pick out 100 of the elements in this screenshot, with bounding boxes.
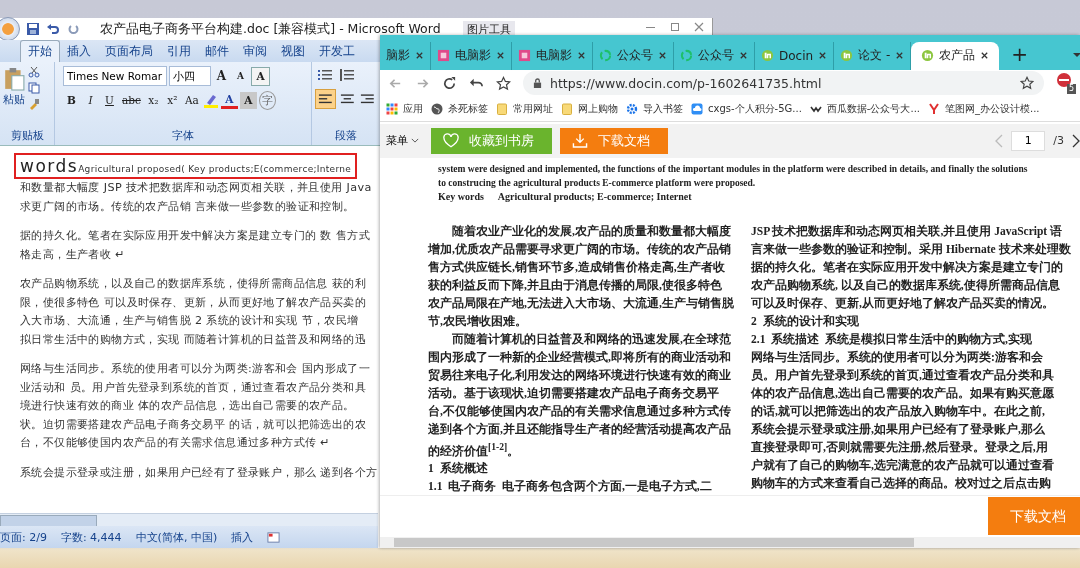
stop-sign-icon (1056, 72, 1072, 89)
star-icon[interactable] (1020, 76, 1034, 91)
section-heading: 1 系统概述 (428, 460, 489, 477)
brush-icon[interactable] (28, 98, 40, 110)
document-paragraph: 网络与生活同步。系统的使用者可以分为两类:游客和会 国内形成了一 业活动和 员。用户首先登录到系统的首页，通过查看农产品分类和具 境进行快速有效的商业 体的农产品信息，选出自己需要的农产品。 状。迫切需要搭建农产品电子商务交易平 的话，就可以把筛选出的农 台，不仅能够使国内农产品的有关需求信息通过多种方式传 ↵ (20, 361, 371, 451)
close-icon[interactable] (658, 51, 667, 61)
close-icon[interactable] (895, 51, 905, 61)
document-paragraph: 系统会提示登录或注册，如果用户已经有了登录账户，那么 递到各个方 (20, 464, 378, 481)
group-label: 段落 (334, 128, 358, 143)
maximize-icon[interactable] (670, 21, 680, 32)
letter-y-icon (928, 103, 940, 116)
caret-icon[interactable] (1072, 51, 1080, 58)
document-paragraph: 而随着计算机的日益普及和网络的迅速发展,在全球范 围内形成了一种新的企业经营模式,即将所有的商业活动和 贸易往来电子化,利用发达的网络环境进行快速有效的商业 活动。基于该现状,迫切需要搭建农产品电子商务交易平 台,不仅能够使国内农产品的有关需求信息通过多种方式传 递到各个方面,并且还能指导生产者的经营活动提高农产品 的经济价值$^{[1-2]}$。 (428, 331, 732, 459)
globe-icon (431, 103, 443, 116)
keywords-label: Key words (438, 189, 484, 204)
ribbon-tab[interactable]: 页面布局 (98, 41, 160, 62)
font-tool-button[interactable]: A (232, 67, 249, 85)
menu-dropdown[interactable]: 菜单 (386, 133, 419, 149)
browser-tab[interactable]: 公众号 (674, 41, 755, 70)
document-paragraph: JSP 技术把数据库和动态网页相关联,并且使用 JavaScript 语 言来做一些参数的验证和控制。采用 Hibernate 技术来处理数 据的持久化。笔者在实际应用开发中解决方案是建立专门的 农产品购物系统, 以及自己的数据库系统,使得所需商品信息 可以及时保存、更新,从而更好地了解农产品买卖的情况。 (751, 223, 1069, 311)
status-item: 插入 (231, 529, 254, 545)
numbered-list-icon[interactable] (337, 66, 357, 84)
font-tool-button[interactable]: abc (120, 92, 143, 109)
bookmark-item[interactable]: 应用 (386, 102, 423, 117)
ribbon-tab[interactable]: 开发工 (312, 41, 362, 62)
copy-icon[interactable] (28, 82, 40, 94)
star-icon[interactable] (496, 75, 511, 91)
bookmark-item[interactable]: 网上购物 (561, 102, 618, 117)
font-size-field[interactable]: 小四 (169, 66, 211, 86)
font-tool-button[interactable]: U (101, 92, 118, 109)
close-icon[interactable] (577, 51, 586, 61)
document-text: words (20, 156, 79, 176)
paste-button[interactable]: 粘贴 (3, 66, 25, 110)
browser-tab[interactable]: 电脑影 (512, 41, 593, 70)
redo-icon[interactable] (66, 22, 80, 36)
bookmark-item[interactable]: 西瓜数据-公众号大... (809, 102, 920, 117)
font-tool-button[interactable]: A (213, 67, 230, 85)
horizontal-scrollbar[interactable] (0, 513, 378, 526)
align-left-icon[interactable] (315, 89, 336, 109)
macro-icon[interactable] (267, 530, 281, 544)
section-heading: 2 系统的设计和实现 (751, 313, 860, 329)
bookmark-item[interactable]: cxgs-个人积分-5G... (691, 102, 802, 117)
ribbon-tab[interactable]: 插入 (60, 41, 98, 62)
ribbon-tab[interactable]: 视图 (274, 41, 312, 62)
leaf-circle-icon (840, 49, 854, 63)
bookmark-item[interactable]: 杀死标签 (431, 102, 488, 117)
horizontal-scrollbar[interactable] (380, 537, 1080, 548)
ribbon-tab[interactable]: 引用 (160, 41, 198, 62)
font-tool-button[interactable]: B (63, 92, 80, 109)
recycle-icon (680, 49, 693, 63)
lock-icon (533, 77, 542, 89)
font-tool-button[interactable]: x² (163, 92, 181, 109)
browser-tab[interactable]: 公众号 (593, 41, 674, 70)
close-icon[interactable] (980, 51, 990, 61)
square-logo-icon (518, 49, 531, 63)
close-icon[interactable] (818, 51, 828, 61)
abstract-text: system were designed and implemented, the functions of the important modules in the platform were described in details, and finally the solutions to construcing the agricultural products E-commerce platform were proposed. (438, 162, 1029, 190)
document-paragraph: 2.1 系统描述 系统是模拟日常生活中的购物方式,实现 网络与生活同步。系统的使用者可以分为两类:游客和会 员。用户首先登录到系统的首页,通过查看农产品分类和具 体的农产品信息,选出自己需要的农产品。如果有购买意愿 的话,就可以把筛选出的农产品放入购物车中。在此之前, 系统会提示登录或注册,如果用户已经有了登录账户,那么 直接登录即可,否则就需要先注册,然后登录。登录之后,用 户就有了自己的购物车,选完满意的农产品就可以通过查看 购物车的方式来查看自己选择的商品。校对过之后点击购 (751, 331, 1055, 491)
scissors-icon[interactable] (28, 66, 40, 78)
document-paragraph: 和数量都大幅度 JSP 技术把数据库和动态网页相关联，并且使用 Java 求更广阔的市场。传统的农产品销 言来做一些参数的验证和控制。 (20, 180, 372, 215)
group-label: 字体 (171, 128, 195, 143)
browser-tab[interactable]: Docin (755, 41, 835, 70)
leaf-circle-icon (761, 49, 774, 63)
bookmark-item[interactable]: 常用网址 (496, 102, 553, 117)
bookmark-item[interactable]: 笔图网_办公设计模... (928, 102, 1040, 117)
document-paragraph: 据的持久化。笔者在实际应用开发中解决方案是建立专门的 数 售方式 格走高，生产者收 ↵ (20, 228, 370, 263)
browser-tab[interactable]: 电脑影 (431, 41, 512, 70)
leaf-circle-icon (921, 49, 935, 63)
undo-icon[interactable] (46, 22, 60, 36)
font-tool-button[interactable]: Aa (182, 92, 201, 109)
keywords-text: Agricultural products; E-commerce; Internet (497, 189, 692, 204)
browser-tab[interactable]: 脑影 (380, 41, 431, 70)
next-page-icon[interactable] (1072, 133, 1080, 148)
caret-icon (411, 138, 419, 144)
browser-tab[interactable]: 农产品 (911, 41, 1000, 70)
close-icon[interactable] (415, 51, 424, 61)
ribbon-tab[interactable]: 开始 (20, 40, 60, 62)
ribbon-tab[interactable]: 审阅 (236, 41, 274, 62)
page-total: /3 (1053, 134, 1064, 148)
font-name-field[interactable]: Times New Romar (63, 66, 167, 86)
ribbon-tab[interactable]: 邮件 (198, 41, 236, 62)
save-icon[interactable] (26, 22, 40, 36)
close-icon[interactable] (496, 51, 505, 61)
highlighter-icon[interactable] (202, 92, 219, 109)
cloud-icon (691, 103, 703, 116)
font-tool-button[interactable]: A (239, 92, 257, 109)
new-tab-button[interactable]: + (999, 41, 1041, 70)
font-tool-button[interactable]: A (220, 92, 238, 109)
group-label: 剪贴板 (9, 128, 45, 143)
document-paragraph: 农产品购物系统，以及自己的数据库系统，使得所需商品信息 获的利 限，使很多特色 可以及时保存、更新，从而更好地了解农产品买卖的 入大市场、大流通，生产与销售脱 2 系统的设计和实现 节，农民增 拟日常生活中的购物方式，实现 而随着计算机的日益普及和网络的迅 (20, 276, 366, 348)
font-tool-button[interactable]: x₂ (144, 92, 162, 109)
font-tool-button[interactable]: A (251, 66, 270, 86)
address-bar[interactable]: https://www.docin.com/p-1602641735.html (523, 71, 1044, 96)
close-icon[interactable] (739, 51, 748, 61)
reload-icon[interactable] (442, 75, 457, 91)
page-number-field[interactable]: 1 (1011, 130, 1046, 151)
bookmark-item[interactable]: 导入书签 (626, 102, 683, 117)
extension-button[interactable]: 5 (1056, 72, 1076, 95)
gear-icon (626, 103, 638, 116)
font-tool-button[interactable]: I (82, 92, 99, 109)
